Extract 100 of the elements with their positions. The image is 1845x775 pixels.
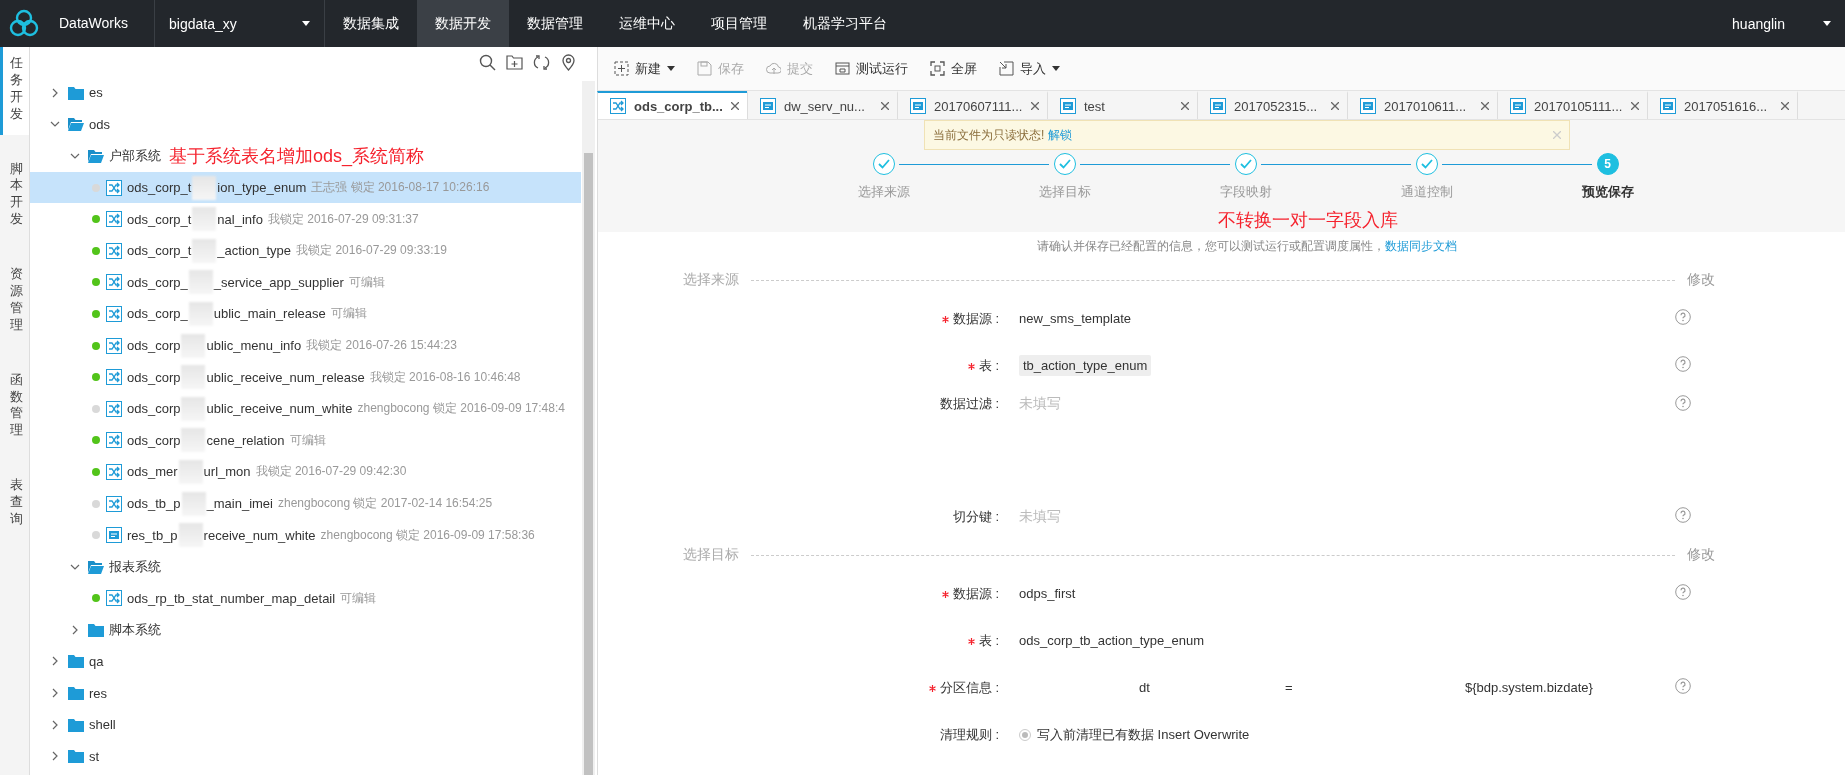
file-status: 可编辑: [330, 305, 367, 323]
help-icon[interactable]: [1675, 584, 1691, 600]
close-icon[interactable]: [1331, 102, 1339, 110]
new-folder-icon[interactable]: [506, 53, 523, 71]
nav-item[interactable]: 项目管理: [693, 0, 785, 47]
editor-tab[interactable]: ods_corp_tb...: [597, 91, 748, 119]
file-name[interactable]: ods_corp: [127, 432, 181, 448]
file-name[interactable]: ods_corp_: [127, 306, 188, 322]
folder-name[interactable]: 报表系统: [109, 557, 161, 576]
file-name[interactable]: ods_mer: [127, 464, 178, 480]
field-value: new_sms_template: [1019, 311, 1131, 326]
location-icon[interactable]: [560, 53, 577, 71]
step-number: 5: [1596, 153, 1619, 175]
scrollbar[interactable]: [582, 81, 595, 775]
file-name[interactable]: ods_corp_t: [127, 243, 192, 259]
file-name[interactable]: ods_corp_: [127, 274, 188, 290]
nav-item[interactable]: 数据开发: [417, 0, 509, 47]
file-name[interactable]: nal_info: [217, 211, 263, 227]
nav-item[interactable]: 数据集成: [325, 0, 417, 47]
close-icon[interactable]: [731, 102, 739, 110]
close-icon[interactable]: [1631, 102, 1639, 110]
chevron-right-icon[interactable]: [70, 624, 80, 635]
file-name[interactable]: _action_type: [217, 243, 292, 259]
refresh-icon[interactable]: [533, 53, 550, 71]
toolbar-button[interactable]: 全屏: [930, 59, 977, 78]
toolbar-button[interactable]: 新建: [614, 59, 675, 78]
folder-name[interactable]: 脚本系统: [109, 620, 161, 639]
chevron-right-icon[interactable]: [50, 688, 60, 699]
file-status: 我锁定 2016-07-29 09:31:37: [267, 210, 419, 228]
shuffle-icon: [106, 337, 122, 354]
shuffle-icon: [106, 179, 122, 196]
file-name[interactable]: receive_num_white: [203, 527, 316, 543]
help-icon[interactable]: [1675, 678, 1691, 694]
fullscreen-icon: [930, 61, 945, 76]
chevron-right-icon[interactable]: [50, 751, 60, 762]
help-icon[interactable]: [1675, 507, 1691, 523]
blur-mask: [181, 491, 206, 516]
folder-name[interactable]: es: [89, 85, 103, 101]
close-icon[interactable]: [881, 102, 889, 110]
file-status: 可编辑: [289, 431, 326, 449]
nav-item[interactable]: 运维中心: [601, 0, 693, 47]
product-name[interactable]: DataWorks: [47, 0, 155, 47]
blur-mask: [181, 396, 206, 421]
folder-name[interactable]: shell: [89, 717, 116, 733]
file-name[interactable]: ublic_main_release: [213, 306, 326, 322]
file-name[interactable]: ublic_receive_num_release: [206, 369, 365, 385]
new-icon: [614, 61, 629, 76]
file-name[interactable]: ublic_receive_num_white: [206, 401, 353, 417]
file-name[interactable]: ods_corp_t: [127, 211, 192, 227]
file-name[interactable]: ods_tb_p: [127, 496, 181, 511]
file-name[interactable]: ods_corp: [127, 338, 181, 354]
shuffle-icon: [106, 305, 122, 322]
nav-item[interactable]: 数据管理: [509, 0, 601, 47]
file-name[interactable]: res_tb_p: [127, 527, 178, 543]
blur-mask: [188, 301, 213, 326]
help-icon[interactable]: [1675, 309, 1691, 325]
folder-name[interactable]: qa: [89, 654, 104, 669]
search-icon[interactable]: [479, 53, 496, 71]
folder-name[interactable]: ods: [89, 116, 110, 132]
caret-icon: [1823, 21, 1831, 26]
folder-name[interactable]: st: [89, 748, 100, 764]
chevron-right-icon[interactable]: [50, 719, 60, 730]
file-name[interactable]: cene_relation: [206, 432, 285, 448]
shuffle-icon: [106, 463, 122, 480]
toolbar-button[interactable]: 测试运行: [835, 59, 908, 78]
nav-item[interactable]: 机器学习平台: [785, 0, 905, 47]
radio-button[interactable]: [1019, 728, 1031, 741]
annotation-text: 不转换一对一字段入库: [1218, 209, 1398, 232]
folder-name[interactable]: res: [89, 685, 108, 701]
file-name[interactable]: url_mon: [203, 464, 251, 480]
upload-icon: [766, 61, 781, 76]
help-icon[interactable]: [1675, 395, 1691, 411]
user-menu[interactable]: huanglin: [1726, 14, 1845, 33]
file-name[interactable]: _main_imei: [206, 496, 273, 511]
script-file-icon: [760, 98, 776, 114]
field-label: 表 :: [978, 357, 999, 373]
close-icon[interactable]: [1031, 102, 1039, 110]
file-name[interactable]: ublic_menu_info: [206, 338, 302, 354]
empty-value: 未填写: [1019, 507, 1061, 526]
file-status: 我锁定 2016-07-26 15:44:23: [306, 337, 457, 355]
close-icon[interactable]: [1481, 102, 1489, 110]
step-label: 字段映射: [1219, 183, 1272, 201]
folder-icon: [68, 749, 84, 764]
chevron-right-icon[interactable]: [50, 656, 60, 667]
file-name[interactable]: _service_app_supplier: [213, 274, 344, 290]
folder-name[interactable]: 户部系统: [109, 147, 161, 165]
file-name[interactable]: ods_rp_tb_stat_number_map_detail: [127, 590, 336, 606]
file-name[interactable]: ods_corp: [127, 401, 181, 417]
file-name[interactable]: ion_type_enum: [217, 180, 307, 196]
close-icon[interactable]: [1781, 102, 1789, 110]
file-name[interactable]: ods_corp: [127, 369, 181, 385]
toolbar-button[interactable]: 导入: [999, 59, 1060, 78]
chevron-down-icon[interactable]: [70, 151, 80, 161]
help-icon[interactable]: [1675, 356, 1691, 372]
file-status: 我锁定 2016-07-29 09:33:19: [296, 242, 447, 260]
side-tab[interactable]: 任务开发: [0, 47, 29, 135]
chevron-right-icon[interactable]: [50, 87, 60, 98]
file-name[interactable]: ods_corp_t: [127, 180, 192, 196]
project-dropdown[interactable]: bigdata_xy: [155, 0, 325, 47]
close-icon[interactable]: [1181, 102, 1189, 110]
